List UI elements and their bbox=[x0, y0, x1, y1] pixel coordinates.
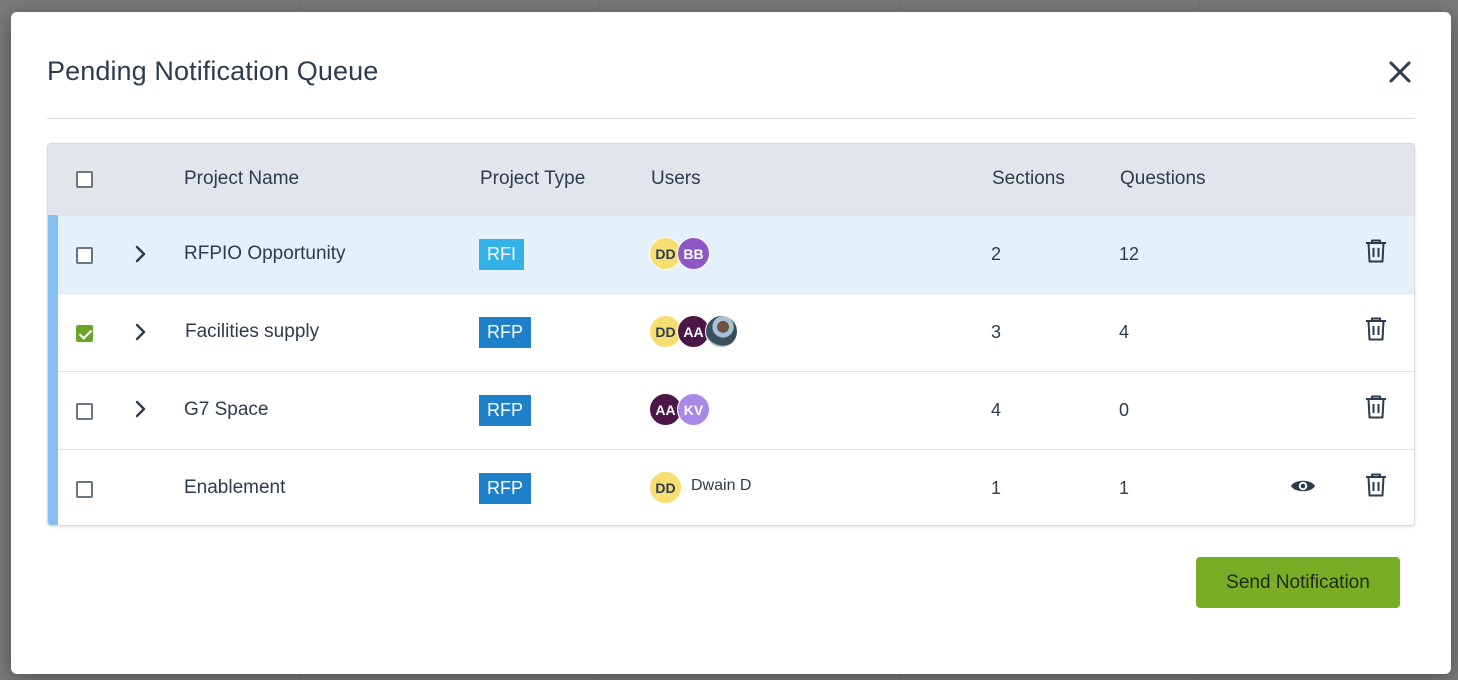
project-name: G7 Space bbox=[184, 399, 269, 420]
notification-queue-modal: Pending Notification Queue Project Name … bbox=[11, 12, 1451, 674]
row-checkbox[interactable] bbox=[76, 481, 93, 498]
delete-button[interactable] bbox=[1363, 472, 1389, 498]
header-questions: Questions bbox=[1120, 168, 1206, 189]
chevron-right-icon[interactable] bbox=[134, 400, 148, 418]
project-type-badge: RFP bbox=[479, 395, 531, 426]
table-row[interactable]: Facilities supply RFP DD AA 3 4 bbox=[48, 293, 1414, 371]
header-users: Users bbox=[651, 168, 701, 189]
questions-count: 12 bbox=[1119, 244, 1140, 264]
user-name: Dwain D bbox=[691, 477, 752, 494]
eye-icon bbox=[1291, 480, 1315, 492]
close-icon bbox=[1389, 61, 1411, 83]
avatar: KV bbox=[677, 393, 710, 426]
trash-icon bbox=[1366, 239, 1386, 263]
delete-button[interactable] bbox=[1363, 316, 1389, 342]
questions-count: 1 bbox=[1119, 478, 1130, 498]
modal-header: Pending Notification Queue bbox=[47, 52, 1415, 119]
select-all-checkbox[interactable] bbox=[76, 171, 93, 188]
chevron-right-icon[interactable] bbox=[134, 245, 148, 263]
project-name: Enablement bbox=[184, 477, 286, 498]
project-type-badge: RFI bbox=[479, 239, 524, 270]
header-project-name: Project Name bbox=[184, 168, 300, 189]
avatar: DD bbox=[649, 471, 682, 504]
header-sections: Sections bbox=[992, 168, 1065, 189]
close-button[interactable] bbox=[1385, 57, 1415, 87]
questions-count: 4 bbox=[1119, 322, 1130, 342]
sections-count: 3 bbox=[991, 322, 1002, 342]
project-type-badge: RFP bbox=[479, 317, 531, 348]
project-name: RFPIO Opportunity bbox=[184, 243, 346, 264]
delete-button[interactable] bbox=[1363, 394, 1389, 420]
modal-title: Pending Notification Queue bbox=[47, 56, 379, 86]
questions-count: 0 bbox=[1119, 400, 1130, 420]
header-project-type: Project Type bbox=[480, 168, 586, 189]
trash-icon bbox=[1366, 317, 1386, 341]
trash-icon bbox=[1366, 473, 1386, 497]
table-row[interactable]: RFPIO Opportunity RFI DD BB 2 12 bbox=[48, 215, 1414, 293]
table-row[interactable]: G7 Space RFP AA KV 4 0 bbox=[48, 371, 1414, 449]
avatar: BB bbox=[677, 237, 710, 270]
row-checkbox[interactable] bbox=[76, 403, 93, 420]
notification-table: Project Name Project Type Users Sections… bbox=[47, 143, 1415, 526]
project-type-badge: RFP bbox=[479, 473, 531, 504]
delete-button[interactable] bbox=[1363, 238, 1389, 264]
sections-count: 2 bbox=[991, 244, 1002, 264]
row-checkbox[interactable] bbox=[76, 247, 93, 264]
project-name: Facilities supply bbox=[185, 321, 320, 342]
sections-count: 1 bbox=[991, 478, 1002, 498]
trash-icon bbox=[1366, 395, 1386, 419]
avatar-photo bbox=[705, 315, 738, 348]
chevron-right-icon[interactable] bbox=[134, 323, 148, 341]
table-row[interactable]: Enablement RFP DD Dwain D 1 1 bbox=[48, 449, 1414, 525]
sections-count: 4 bbox=[991, 400, 1002, 420]
table-header: Project Name Project Type Users Sections… bbox=[48, 144, 1414, 215]
view-button[interactable] bbox=[1290, 473, 1316, 499]
send-notification-button[interactable]: Send Notification bbox=[1196, 557, 1400, 608]
row-checkbox[interactable] bbox=[76, 325, 93, 342]
